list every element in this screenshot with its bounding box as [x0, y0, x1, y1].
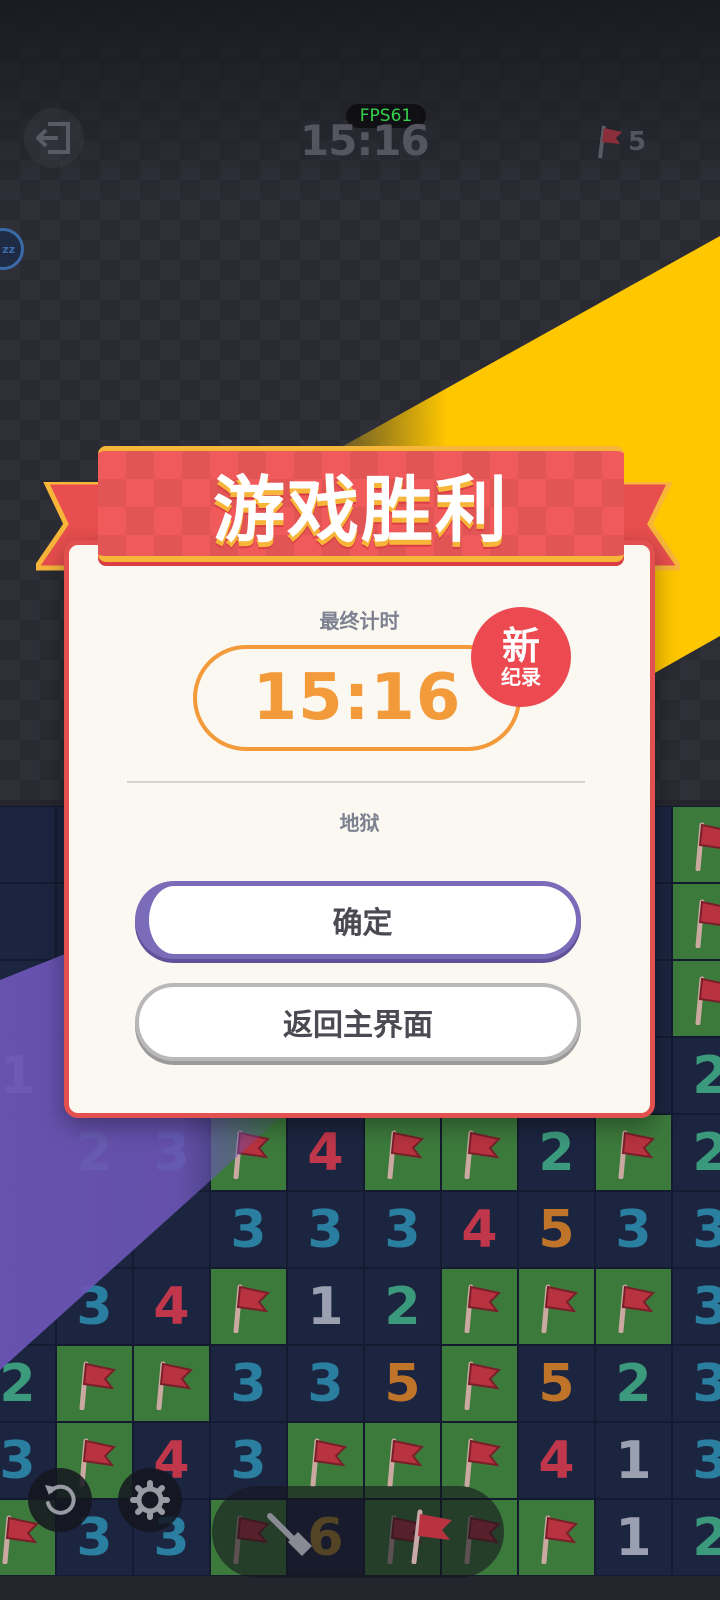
board-cell[interactable]: 1	[0, 1037, 56, 1114]
title-ribbon: 游戏胜利	[98, 446, 624, 562]
board-cell[interactable]	[595, 1268, 672, 1345]
board-cell[interactable]: 4	[287, 1114, 364, 1191]
tool-selector[interactable]	[212, 1486, 504, 1578]
board-cell[interactable]	[0, 1114, 56, 1191]
flag-tool-icon[interactable]	[406, 1508, 456, 1564]
new-record-badge: 新 纪录	[471, 607, 571, 707]
shovel-icon[interactable]	[262, 1508, 318, 1564]
board-cell[interactable]	[210, 1114, 287, 1191]
new-record-bottom: 纪录	[501, 665, 541, 689]
board-cell[interactable]	[518, 1268, 595, 1345]
exit-icon	[36, 122, 70, 154]
flag-icon	[79, 1361, 116, 1410]
board-cell[interactable]	[133, 1191, 210, 1268]
dialog-title: 游戏胜利	[212, 468, 509, 552]
board-cell[interactable]: 3	[287, 1191, 364, 1268]
new-record-top: 新	[501, 624, 540, 668]
board-cell[interactable]	[364, 1114, 441, 1191]
return-home-button[interactable]: 返回主界面	[135, 983, 581, 1061]
flag-icon	[310, 1438, 347, 1487]
flag-icon	[695, 822, 720, 871]
victory-dialog: 最终计时 15:16 新 纪录 地狱 确定 返回主界面	[64, 540, 655, 1118]
divider	[127, 781, 585, 783]
board-cell[interactable]	[595, 1114, 672, 1191]
board-cell[interactable]: 3	[210, 1345, 287, 1422]
exit-button[interactable]	[24, 108, 84, 168]
undo-icon	[45, 1484, 76, 1515]
flag-icon	[618, 1284, 655, 1333]
confirm-button[interactable]: 确定	[135, 881, 581, 959]
flag-icon	[233, 1284, 270, 1333]
board-cell[interactable]: 1	[595, 1499, 672, 1576]
board-cell[interactable]: 3	[364, 1191, 441, 1268]
board-cell[interactable]: 2	[518, 1114, 595, 1191]
board-cell[interactable]	[518, 1499, 595, 1576]
board-cell[interactable]: 3	[672, 1422, 720, 1499]
board-cell[interactable]: 3	[133, 1114, 210, 1191]
flag-counter: 5	[596, 120, 646, 164]
board-cell[interactable]: 3	[672, 1345, 720, 1422]
top-fade	[0, 0, 720, 200]
board-cell[interactable]: 5	[518, 1345, 595, 1422]
board-cell[interactable]	[56, 1191, 133, 1268]
flag-icon	[598, 125, 622, 159]
final-time-value: 15:16	[252, 661, 462, 735]
board-cell[interactable]	[0, 960, 56, 1037]
board-cell[interactable]: 2	[56, 1114, 133, 1191]
flag-icon	[541, 1284, 578, 1333]
board-cell[interactable]: 3	[56, 1268, 133, 1345]
board-cell[interactable]: 3	[287, 1345, 364, 1422]
board-cell[interactable]: 2	[0, 1345, 56, 1422]
board-cell[interactable]	[441, 1345, 518, 1422]
board-cell[interactable]: 2	[364, 1268, 441, 1345]
undo-button[interactable]	[28, 1468, 92, 1532]
flag-icon	[541, 1515, 578, 1564]
gear-icon	[130, 1480, 170, 1520]
flag-icon	[695, 899, 720, 948]
board-cell[interactable]	[672, 806, 720, 883]
board-cell[interactable]: 5	[518, 1191, 595, 1268]
difficulty-label: 地狱	[339, 811, 380, 835]
board-cell[interactable]: 5	[364, 1345, 441, 1422]
board-cell[interactable]	[441, 1114, 518, 1191]
board-cell[interactable]: 4	[441, 1191, 518, 1268]
board-cell[interactable]: 2	[595, 1345, 672, 1422]
game-timer: 15:16	[300, 116, 430, 165]
board-cell[interactable]: 3	[210, 1191, 287, 1268]
flag-icon	[464, 1361, 501, 1410]
board-cell[interactable]: 3	[595, 1191, 672, 1268]
board-cell[interactable]	[0, 806, 56, 883]
board-cell[interactable]	[210, 1268, 287, 1345]
board-cell[interactable]	[0, 883, 56, 960]
board-cell[interactable]	[672, 883, 720, 960]
flag-icon	[695, 976, 720, 1025]
board-cell[interactable]: 2	[672, 1499, 720, 1576]
flag-count: 5	[628, 127, 647, 157]
flag-icon	[618, 1130, 655, 1179]
board-cell[interactable]: 2	[672, 1114, 720, 1191]
flag-icon	[233, 1130, 270, 1179]
flag-icon	[464, 1284, 501, 1333]
board-cell[interactable]	[441, 1268, 518, 1345]
settings-button[interactable]	[118, 1468, 182, 1532]
board-cell[interactable]	[0, 1191, 56, 1268]
flag-icon	[387, 1130, 424, 1179]
board-cell[interactable]	[133, 1345, 210, 1422]
board-cell[interactable]: 3	[672, 1191, 720, 1268]
flag-icon	[464, 1438, 501, 1487]
board-cell[interactable]	[56, 1345, 133, 1422]
flag-icon	[464, 1130, 501, 1179]
board-cell[interactable]	[0, 1268, 56, 1345]
board-cell[interactable]: 2	[672, 1037, 720, 1114]
board-cell[interactable]: 1	[287, 1268, 364, 1345]
board-cell[interactable]: 4	[133, 1268, 210, 1345]
flag-icon	[156, 1361, 193, 1410]
board-cell[interactable]: 4	[518, 1422, 595, 1499]
board-cell[interactable]	[672, 960, 720, 1037]
flag-icon	[387, 1438, 424, 1487]
board-cell[interactable]: 3	[672, 1268, 720, 1345]
board-cell[interactable]: 1	[595, 1422, 672, 1499]
